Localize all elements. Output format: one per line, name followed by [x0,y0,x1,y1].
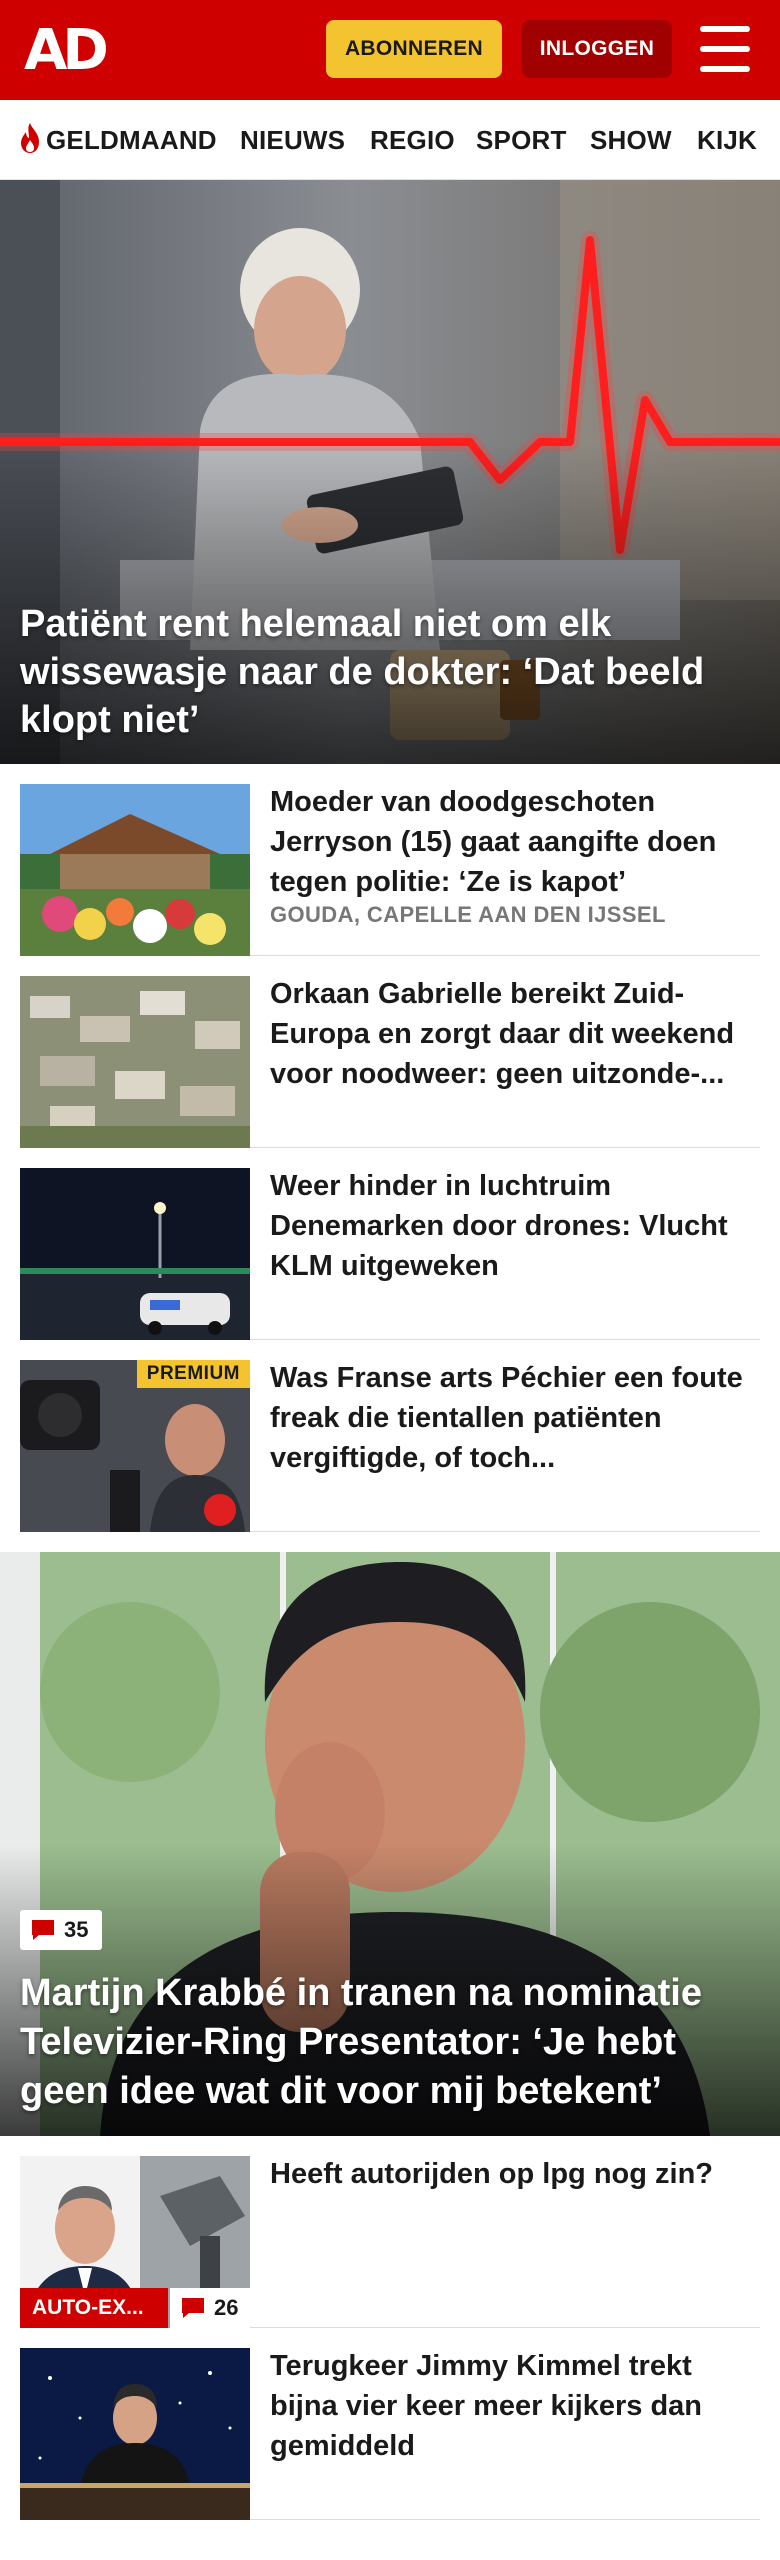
comment-icon [32,1920,54,1940]
nav-item-nieuws[interactable]: NIEUWS [240,100,345,179]
article-title[interactable]: Moeder van doodgeschoten Jerryson (15) g… [270,782,760,902]
hero-title[interactable]: Patiënt rent helemaal niet om elk wissew… [20,600,760,744]
nav-item-kijk[interactable]: KIJK [697,100,757,179]
nav-label: GELDMAAND [46,125,217,155]
article-title[interactable]: Heeft autorijden op lpg nog zin? [270,2154,760,2194]
hero-article[interactable]: Patiënt rent helemaal niet om elk wissew… [0,180,780,764]
hero-title[interactable]: Martijn Krabbé in tranen na nominatie Te… [20,1969,770,2116]
article-thumbnail: AUTO-EX... 26 [20,2156,250,2328]
article-location: GOUDA, CAPELLE AAN DEN IJSSEL [270,902,666,927]
article-title[interactable]: Orkaan Gabrielle bereikt Zuid-Europa en … [270,974,760,1094]
article-title[interactable]: Was Franse arts Péchier een foute freak … [270,1358,760,1478]
article-thumbnail: PREMIUM [20,1360,250,1532]
subscribe-button[interactable]: ABONNEREN [326,20,502,78]
list-item[interactable]: Terugkeer Jimmy Kimmel trekt bijna vier … [20,2328,760,2520]
article-thumbnail [20,2348,250,2520]
list-item[interactable]: AUTO-EX... 26 Heeft autorijden op lpg no… [20,2136,760,2328]
ad-logo[interactable]: AD [24,22,116,80]
article-thumbnail [20,976,250,1148]
category-tag[interactable]: AUTO-EX... [20,2288,168,2328]
comment-count: 26 [214,2295,239,2320]
top-bar: AD ABONNEREN INLOGGEN [0,0,780,100]
nav-item-sport[interactable]: SPORT [476,100,567,179]
list-item[interactable]: Moeder van doodgeschoten Jerryson (15) g… [20,764,760,956]
nav-item-geldmaand[interactable]: GELDMAAND [18,100,217,179]
flame-icon [21,123,39,154]
article-title[interactable]: Terugkeer Jimmy Kimmel trekt bijna vier … [270,2346,760,2466]
section-nav: GELDMAAND NIEUWS REGIO SPORT SHOW KIJK [0,100,780,180]
list-item[interactable]: Weer hinder in luchtruim Denemarken door… [20,1148,760,1340]
list-item[interactable]: PREMIUM Was Franse arts Péchier een fout… [20,1340,760,1532]
article-thumbnail [20,784,250,956]
nav-item-show[interactable]: SHOW [590,100,672,179]
comment-count: 35 [64,1917,89,1942]
hero-article[interactable]: 35 Martijn Krabbé in tranen na nominatie… [0,1552,780,2136]
comment-icon [182,2298,204,2318]
list-item[interactable]: Orkaan Gabrielle bereikt Zuid-Europa en … [20,956,760,1148]
article-thumbnail [20,1168,250,1340]
login-button[interactable]: INLOGGEN [522,20,672,78]
nav-item-regio[interactable]: REGIO [370,100,455,179]
premium-badge: PREMIUM [136,1360,250,1388]
hamburger-menu-icon[interactable] [700,26,750,72]
comment-count-badge[interactable]: 26 [170,2288,250,2328]
comment-count-badge[interactable]: 35 [20,1910,102,1950]
article-title[interactable]: Weer hinder in luchtruim Denemarken door… [270,1166,760,1286]
